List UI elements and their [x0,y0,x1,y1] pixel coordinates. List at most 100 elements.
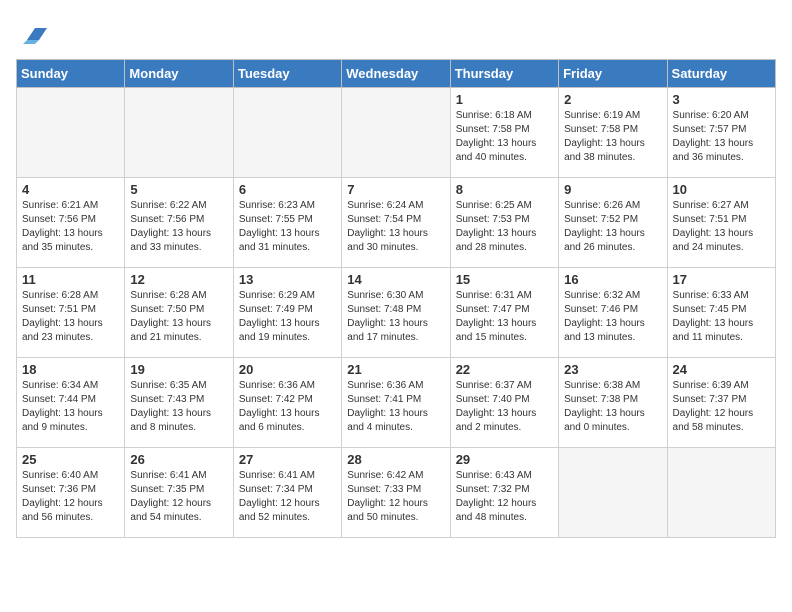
day-info: Sunrise: 6:33 AM Sunset: 7:45 PM Dayligh… [673,289,770,345]
day-info: Sunrise: 6:19 AM Sunset: 7:58 PM Dayligh… [564,109,661,165]
day-info: Sunrise: 6:25 AM Sunset: 7:53 PM Dayligh… [456,199,553,255]
day-number: 2 [564,92,661,107]
weekday-header: Wednesday [342,60,450,88]
day-number: 26 [130,452,227,467]
day-info: Sunrise: 6:36 AM Sunset: 7:41 PM Dayligh… [347,379,444,435]
calendar-week-row: 18 Sunrise: 6:34 AM Sunset: 7:44 PM Dayli… [17,358,776,448]
day-number: 7 [347,182,444,197]
calendar-cell [125,88,233,178]
day-info: Sunrise: 6:27 AM Sunset: 7:51 PM Dayligh… [673,199,770,255]
day-number: 11 [22,272,119,287]
day-number: 25 [22,452,119,467]
calendar-cell: 18 Sunrise: 6:34 AM Sunset: 7:44 PM Dayli… [17,358,125,448]
day-info: Sunrise: 6:39 AM Sunset: 7:37 PM Dayligh… [673,379,770,435]
day-number: 9 [564,182,661,197]
day-number: 8 [456,182,553,197]
day-info: Sunrise: 6:41 AM Sunset: 7:34 PM Dayligh… [239,469,336,525]
day-info: Sunrise: 6:20 AM Sunset: 7:57 PM Dayligh… [673,109,770,165]
calendar-cell: 14 Sunrise: 6:30 AM Sunset: 7:48 PM Dayli… [342,268,450,358]
day-info: Sunrise: 6:43 AM Sunset: 7:32 PM Dayligh… [456,469,553,525]
calendar-cell: 7 Sunrise: 6:24 AM Sunset: 7:54 PM Daylig… [342,178,450,268]
day-number: 13 [239,272,336,287]
day-number: 6 [239,182,336,197]
calendar-cell: 4Sunrise: 6:21 AM Sunset: 7:56 PM Daylig… [17,178,125,268]
calendar-cell: 24 Sunrise: 6:39 AM Sunset: 7:37 PM Dayli… [667,358,775,448]
day-number: 1 [456,92,553,107]
day-info: Sunrise: 6:32 AM Sunset: 7:46 PM Dayligh… [564,289,661,345]
weekday-header: Tuesday [233,60,341,88]
calendar-table: SundayMondayTuesdayWednesdayThursdayFrid… [16,59,776,538]
day-info: Sunrise: 6:41 AM Sunset: 7:35 PM Dayligh… [130,469,227,525]
weekday-header: Sunday [17,60,125,88]
day-number: 15 [456,272,553,287]
day-info: Sunrise: 6:37 AM Sunset: 7:40 PM Dayligh… [456,379,553,435]
day-number: 10 [673,182,770,197]
weekday-header-row: SundayMondayTuesdayWednesdayThursdayFrid… [17,60,776,88]
day-number: 24 [673,362,770,377]
day-info: Sunrise: 6:38 AM Sunset: 7:38 PM Dayligh… [564,379,661,435]
page-header [16,16,776,53]
day-info: Sunrise: 6:24 AM Sunset: 7:54 PM Dayligh… [347,199,444,255]
day-info: Sunrise: 6:28 AM Sunset: 7:51 PM Dayligh… [22,289,119,345]
day-number: 29 [456,452,553,467]
calendar-cell: 11 Sunrise: 6:28 AM Sunset: 7:51 PM Dayli… [17,268,125,358]
day-info: Sunrise: 6:21 AM Sunset: 7:56 PM Dayligh… [22,199,119,255]
calendar-cell: 12 Sunrise: 6:28 AM Sunset: 7:50 PM Dayli… [125,268,233,358]
day-number: 20 [239,362,336,377]
calendar-cell: 25 Sunrise: 6:40 AM Sunset: 7:36 PM Dayli… [17,448,125,538]
calendar-cell: 8 Sunrise: 6:25 AM Sunset: 7:53 PM Daylig… [450,178,558,268]
weekday-header: Friday [559,60,667,88]
day-number: 22 [456,362,553,377]
calendar-cell: 16 Sunrise: 6:32 AM Sunset: 7:46 PM Dayli… [559,268,667,358]
day-number: 16 [564,272,661,287]
day-number: 19 [130,362,227,377]
calendar-cell [342,88,450,178]
calendar-cell [17,88,125,178]
calendar-cell: 21 Sunrise: 6:36 AM Sunset: 7:41 PM Dayli… [342,358,450,448]
calendar-week-row: 4Sunrise: 6:21 AM Sunset: 7:56 PM Daylig… [17,178,776,268]
calendar-cell: 9 Sunrise: 6:26 AM Sunset: 7:52 PM Daylig… [559,178,667,268]
calendar-week-row: 25 Sunrise: 6:40 AM Sunset: 7:36 PM Dayli… [17,448,776,538]
calendar-cell: 13 Sunrise: 6:29 AM Sunset: 7:49 PM Dayli… [233,268,341,358]
day-info: Sunrise: 6:18 AM Sunset: 7:58 PM Dayligh… [456,109,553,165]
calendar-cell: 2 Sunrise: 6:19 AM Sunset: 7:58 PM Daylig… [559,88,667,178]
calendar-cell: 5 Sunrise: 6:22 AM Sunset: 7:56 PM Daylig… [125,178,233,268]
calendar-cell: 10 Sunrise: 6:27 AM Sunset: 7:51 PM Dayli… [667,178,775,268]
day-info: Sunrise: 6:26 AM Sunset: 7:52 PM Dayligh… [564,199,661,255]
logo-icon [19,20,47,48]
day-info: Sunrise: 6:29 AM Sunset: 7:49 PM Dayligh… [239,289,336,345]
day-number: 23 [564,362,661,377]
day-info: Sunrise: 6:34 AM Sunset: 7:44 PM Dayligh… [22,379,119,435]
day-info: Sunrise: 6:42 AM Sunset: 7:33 PM Dayligh… [347,469,444,525]
day-number: 18 [22,362,119,377]
calendar-week-row: 1 Sunrise: 6:18 AM Sunset: 7:58 PM Daylig… [17,88,776,178]
day-number: 3 [673,92,770,107]
day-number: 27 [239,452,336,467]
calendar-cell: 19 Sunrise: 6:35 AM Sunset: 7:43 PM Dayli… [125,358,233,448]
day-number: 5 [130,182,227,197]
calendar-week-row: 11 Sunrise: 6:28 AM Sunset: 7:51 PM Dayli… [17,268,776,358]
calendar-cell: 1 Sunrise: 6:18 AM Sunset: 7:58 PM Daylig… [450,88,558,178]
calendar-cell [233,88,341,178]
day-info: Sunrise: 6:23 AM Sunset: 7:55 PM Dayligh… [239,199,336,255]
calendar-cell: 17Sunrise: 6:33 AM Sunset: 7:45 PM Dayli… [667,268,775,358]
weekday-header: Saturday [667,60,775,88]
day-info: Sunrise: 6:35 AM Sunset: 7:43 PM Dayligh… [130,379,227,435]
day-number: 14 [347,272,444,287]
calendar-cell: 27 Sunrise: 6:41 AM Sunset: 7:34 PM Dayli… [233,448,341,538]
weekday-header: Thursday [450,60,558,88]
day-info: Sunrise: 6:40 AM Sunset: 7:36 PM Dayligh… [22,469,119,525]
logo [16,20,47,53]
day-number: 12 [130,272,227,287]
calendar-cell: 29 Sunrise: 6:43 AM Sunset: 7:32 PM Dayli… [450,448,558,538]
day-info: Sunrise: 6:22 AM Sunset: 7:56 PM Dayligh… [130,199,227,255]
day-info: Sunrise: 6:28 AM Sunset: 7:50 PM Dayligh… [130,289,227,345]
day-info: Sunrise: 6:30 AM Sunset: 7:48 PM Dayligh… [347,289,444,345]
calendar-cell: 6 Sunrise: 6:23 AM Sunset: 7:55 PM Daylig… [233,178,341,268]
calendar-cell: 20 Sunrise: 6:36 AM Sunset: 7:42 PM Dayli… [233,358,341,448]
day-number: 21 [347,362,444,377]
calendar-cell: 22 Sunrise: 6:37 AM Sunset: 7:40 PM Dayli… [450,358,558,448]
calendar-cell [559,448,667,538]
weekday-header: Monday [125,60,233,88]
day-info: Sunrise: 6:36 AM Sunset: 7:42 PM Dayligh… [239,379,336,435]
